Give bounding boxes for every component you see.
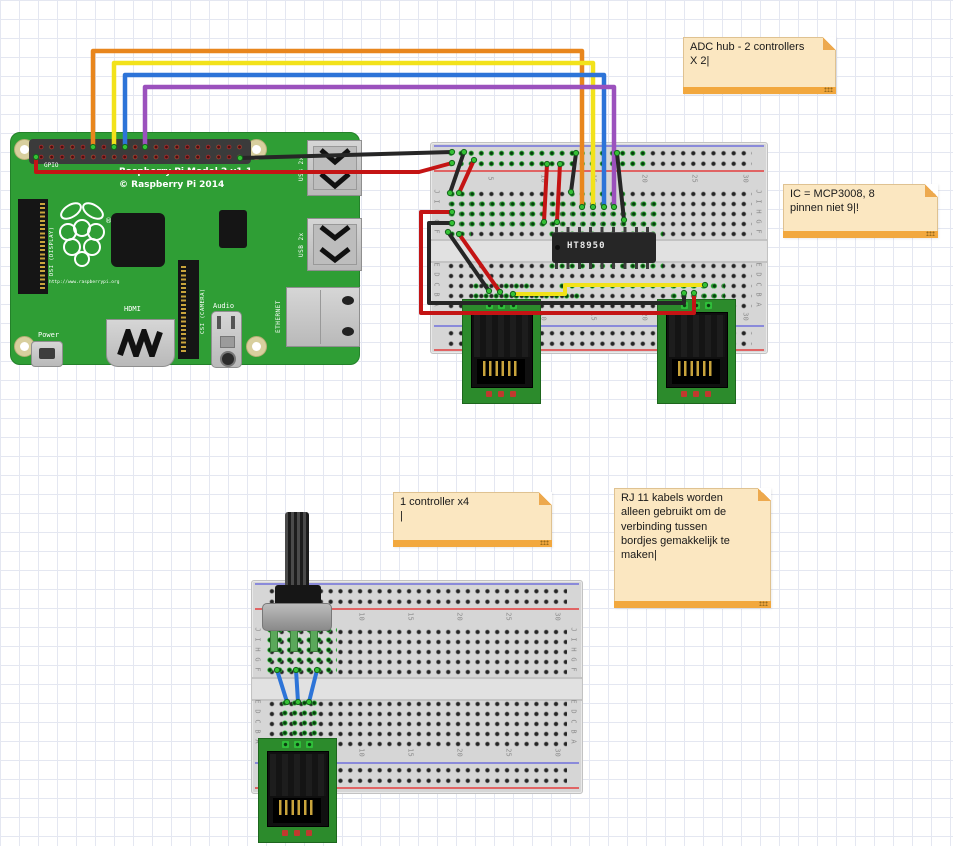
note-text[interactable]: IC = MCP3008, 8 pinnen niet 9|! <box>790 187 933 229</box>
secondary-chip <box>219 210 247 248</box>
dsi-pins <box>40 203 45 290</box>
power-rail-negative-line <box>434 145 764 147</box>
audio-jack <box>211 311 242 368</box>
column-numbers-top: 51015202530 <box>431 173 767 187</box>
ethernet-label: ETHERNET <box>275 291 282 343</box>
note-drag-bar[interactable] <box>393 540 552 547</box>
usb-port <box>307 218 362 271</box>
note-resize-grip[interactable] <box>759 601 768 606</box>
ethernet-port <box>286 287 360 347</box>
fritzing-canvas: 51015202530 51015202530 JIHGF JIHGF EDCB… <box>0 0 953 846</box>
raspberry-pi-board[interactable]: GPIO Raspberry Pi Model 2 v1.1 © Raspber… <box>10 132 360 365</box>
rj11-jack <box>471 312 533 388</box>
dsi-connector <box>18 199 48 294</box>
rj11-jack <box>666 312 728 388</box>
ic-chip[interactable]: HT8950 <box>552 232 656 263</box>
audio-label: Audio <box>213 302 234 310</box>
rj11-jack <box>267 751 329 827</box>
csi-pins <box>181 266 186 353</box>
rj11-breakout-3[interactable] <box>258 738 337 843</box>
hdmi-label: HDMI <box>124 305 141 313</box>
gpio-pins[interactable] <box>36 142 245 161</box>
mounting-hole <box>246 336 267 357</box>
board-copyright: © Raspberry Pi 2014 <box>119 180 299 190</box>
note-resize-grip[interactable] <box>824 87 833 92</box>
pot-body <box>262 603 332 631</box>
pot-shaft[interactable] <box>285 512 309 590</box>
usb-port <box>307 140 362 196</box>
note-resize-grip[interactable] <box>926 231 935 236</box>
power-rail-positive-line <box>434 170 764 172</box>
note-text[interactable]: 1 controller x4 | <box>400 495 547 538</box>
sticky-note-controller[interactable]: 1 controller x4 | <box>393 492 552 547</box>
soc-chip <box>111 213 165 267</box>
power-connector <box>31 341 63 367</box>
raspberry-logo: ® <box>51 199 113 285</box>
usb-label: USB 2x <box>298 225 305 265</box>
power-label: Power <box>38 331 59 339</box>
usb-label: USB 2x <box>298 149 305 189</box>
note-drag-bar[interactable] <box>683 87 836 94</box>
gpio-header[interactable] <box>29 139 251 164</box>
sticky-note-adc-hub[interactable]: ADC hub - 2 controllers X 2| <box>683 37 836 94</box>
note-text[interactable]: RJ 11 kabels worden alleen gebruikt om d… <box>621 491 766 599</box>
ic-label: HT8950 <box>567 241 606 251</box>
rj11-breakout-1[interactable] <box>462 299 541 404</box>
note-resize-grip[interactable] <box>540 540 549 545</box>
note-text[interactable]: ADC hub - 2 controllers X 2| <box>690 40 831 85</box>
note-drag-bar[interactable] <box>614 601 771 608</box>
potentiometer[interactable] <box>262 512 332 652</box>
board-url: http://www.raspberrypi.org <box>49 280 119 285</box>
sticky-note-rj11-kabels[interactable]: RJ 11 kabels worden alleen gebruikt om d… <box>614 488 771 608</box>
note-drag-bar[interactable] <box>783 231 938 238</box>
csi-label: CSI (CAMERA) <box>200 266 206 356</box>
board-title: Raspberry Pi Model 2 v1.1 <box>119 167 299 177</box>
gpio-label: GPIO <box>44 162 58 169</box>
hdmi-port <box>106 319 175 367</box>
rj11-breakout-2[interactable] <box>657 299 736 404</box>
csi-connector <box>178 260 199 359</box>
sticky-note-ic-mcp3008[interactable]: IC = MCP3008, 8 pinnen niet 9|! <box>783 184 938 238</box>
